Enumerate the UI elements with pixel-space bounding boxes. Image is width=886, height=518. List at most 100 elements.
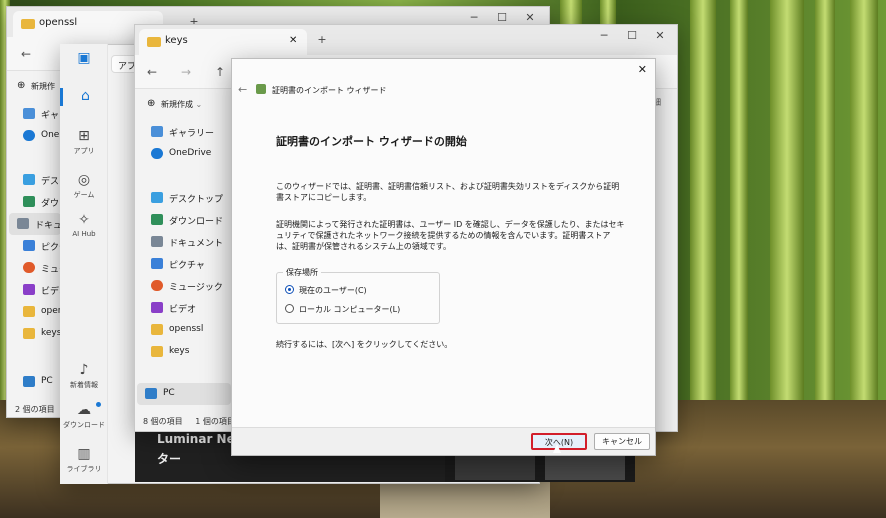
pc-icon: [145, 388, 157, 399]
label: 新着情報: [70, 381, 98, 389]
mouse-cursor-icon: [553, 444, 561, 453]
maximize-icon[interactable]: ☐: [625, 29, 639, 43]
radio-unselected-icon: [285, 304, 294, 313]
status-count: 8 個の項目: [143, 417, 183, 426]
cancel-button[interactable]: キャンセル: [594, 433, 650, 450]
maximize-icon[interactable]: ☐: [495, 11, 509, 25]
desktop-icon: [151, 192, 163, 203]
sidebar-item-documents[interactable]: ドキュ: [9, 213, 61, 235]
sidebar-item-pictures[interactable]: ピクチ: [15, 235, 65, 257]
folder-icon: [23, 328, 35, 339]
sparkle-icon: ✧: [78, 212, 90, 228]
store-logo-icon: ▣: [77, 50, 91, 66]
home-icon: ⌂: [81, 88, 90, 104]
sidebar-item-gallery[interactable]: ギャラ: [15, 103, 65, 125]
folder-icon: [151, 346, 163, 357]
desktop-icon: [23, 174, 35, 185]
back-arrow-icon[interactable]: ←: [238, 83, 247, 96]
label: PC: [163, 388, 175, 398]
label: ビデオ: [169, 305, 197, 315]
chevron-down-icon: ⌄: [195, 100, 203, 109]
gallery-icon: [151, 126, 163, 137]
gallery-icon: [23, 108, 35, 119]
close-icon[interactable]: ✕: [653, 29, 667, 43]
status-count: 2 個の項目: [15, 405, 55, 414]
rail-games[interactable]: ◎ ゲーム: [60, 172, 108, 200]
sidebar-item-music[interactable]: ミュー: [15, 257, 65, 279]
sidebar-item-onedrive[interactable]: One: [15, 125, 65, 147]
apps-icon: ⊞: [78, 128, 90, 144]
pc-icon: [23, 376, 35, 387]
status-selected: 1 個の項目: [195, 417, 235, 426]
up-icon[interactable]: ↑: [215, 65, 225, 79]
back-icon[interactable]: ←: [147, 65, 157, 79]
label: 現在のユーザー(C): [299, 286, 367, 295]
label: openssl: [169, 324, 204, 334]
sidebar-item-videos[interactable]: ビデオ: [15, 279, 65, 301]
rail-ai-hub[interactable]: ✧ AI Hub: [60, 212, 108, 238]
group-title: 保存場所: [283, 267, 321, 278]
dialog-footer: 次へ(N) キャンセル: [232, 427, 655, 455]
tab-keys[interactable]: keys ✕: [139, 29, 307, 55]
rail-home[interactable]: ⌂: [60, 88, 108, 106]
sidebar-item-pc[interactable]: PC: [15, 371, 65, 393]
sidebar-item-desktop[interactable]: デスク: [15, 169, 65, 191]
label: キャンセル: [602, 437, 642, 446]
document-icon: [151, 236, 163, 247]
tab-label: keys: [165, 35, 188, 46]
folder-icon: [151, 324, 163, 335]
folder-icon: [147, 37, 161, 47]
new-button[interactable]: ⊕ 新規作成 ⌄: [145, 95, 225, 113]
banner-subtitle: ター: [157, 452, 182, 466]
close-icon[interactable]: ✕: [638, 63, 647, 76]
radio-current-user[interactable]: 現在のユーザー(C): [285, 285, 367, 296]
sidebar-item-downloads[interactable]: ダウン: [15, 191, 65, 213]
continue-instruction: 続行するには、[次へ] をクリックしてください。: [276, 340, 453, 349]
new-label: 新規作成: [161, 100, 193, 109]
plus-icon: ⊕: [147, 98, 156, 109]
label: oper: [41, 306, 62, 316]
label: ゲーム: [73, 191, 95, 199]
label: ライブラリ: [66, 465, 102, 473]
label: ミュージック: [169, 283, 223, 293]
label: デスクトップ: [169, 195, 224, 205]
label: ダウンロード: [63, 421, 105, 429]
folder-icon: [23, 306, 35, 317]
plus-icon: ⊕: [17, 80, 26, 91]
music-icon: [23, 262, 35, 273]
minimize-icon[interactable]: ─: [597, 29, 611, 43]
certificate-icon: [256, 84, 266, 94]
tab-label: openssl: [39, 17, 78, 28]
certificate-import-wizard-dialog[interactable]: ✕ ← 証明書のインポート ウィザード 証明書のインポート ウィザードの開始 こ…: [231, 58, 656, 456]
cloud-icon: [151, 148, 163, 159]
new-label: 新規作: [31, 82, 55, 91]
rail-apps[interactable]: ⊞ アプリ: [60, 128, 108, 156]
app-rail: ▣ ⌂ ⊞ アプリ ◎ ゲーム ✧ AI Hub ♪ 新着情報 ☁ ダウンロード ▥ ライブ…: [60, 44, 108, 484]
sidebar-item-keys[interactable]: keys: [15, 323, 65, 345]
label: PC: [41, 376, 53, 386]
titlebar: keys ✕ + ─ ☐ ✕: [135, 25, 677, 55]
close-tab-icon[interactable]: ✕: [289, 35, 297, 46]
video-icon: [23, 284, 35, 295]
rail-whats-new[interactable]: ♪ 新着情報: [60, 362, 108, 390]
label: ダウンロード: [169, 217, 224, 227]
radio-local-machine[interactable]: ローカル コンピューター(L): [285, 304, 400, 315]
banner-title: Luminar Ne: [157, 432, 235, 446]
label: ローカル コンピューター(L): [299, 305, 401, 314]
radio-selected-icon: [285, 285, 294, 294]
label: ドキュメント: [169, 239, 224, 249]
video-icon: [151, 302, 163, 313]
close-icon[interactable]: ✕: [523, 11, 537, 25]
label: AI Hub: [72, 230, 96, 238]
picture-icon: [23, 240, 35, 251]
label: アプリ: [73, 147, 95, 155]
back-icon[interactable]: ←: [21, 47, 31, 61]
sidebar-item-pc[interactable]: PC: [137, 383, 231, 405]
minimize-icon[interactable]: ─: [467, 11, 481, 25]
wizard-description: このウィザードでは、証明書、証明書信頼リスト、および証明書失効リストをディスクか…: [276, 182, 620, 202]
new-tab-plus-icon[interactable]: +: [315, 33, 329, 47]
rail-downloads[interactable]: ☁ ダウンロード: [60, 402, 108, 430]
rail-library[interactable]: ▥ ライブラリ: [60, 446, 108, 474]
forward-icon[interactable]: →: [181, 65, 191, 79]
sidebar-item-openssl[interactable]: oper: [15, 301, 65, 323]
